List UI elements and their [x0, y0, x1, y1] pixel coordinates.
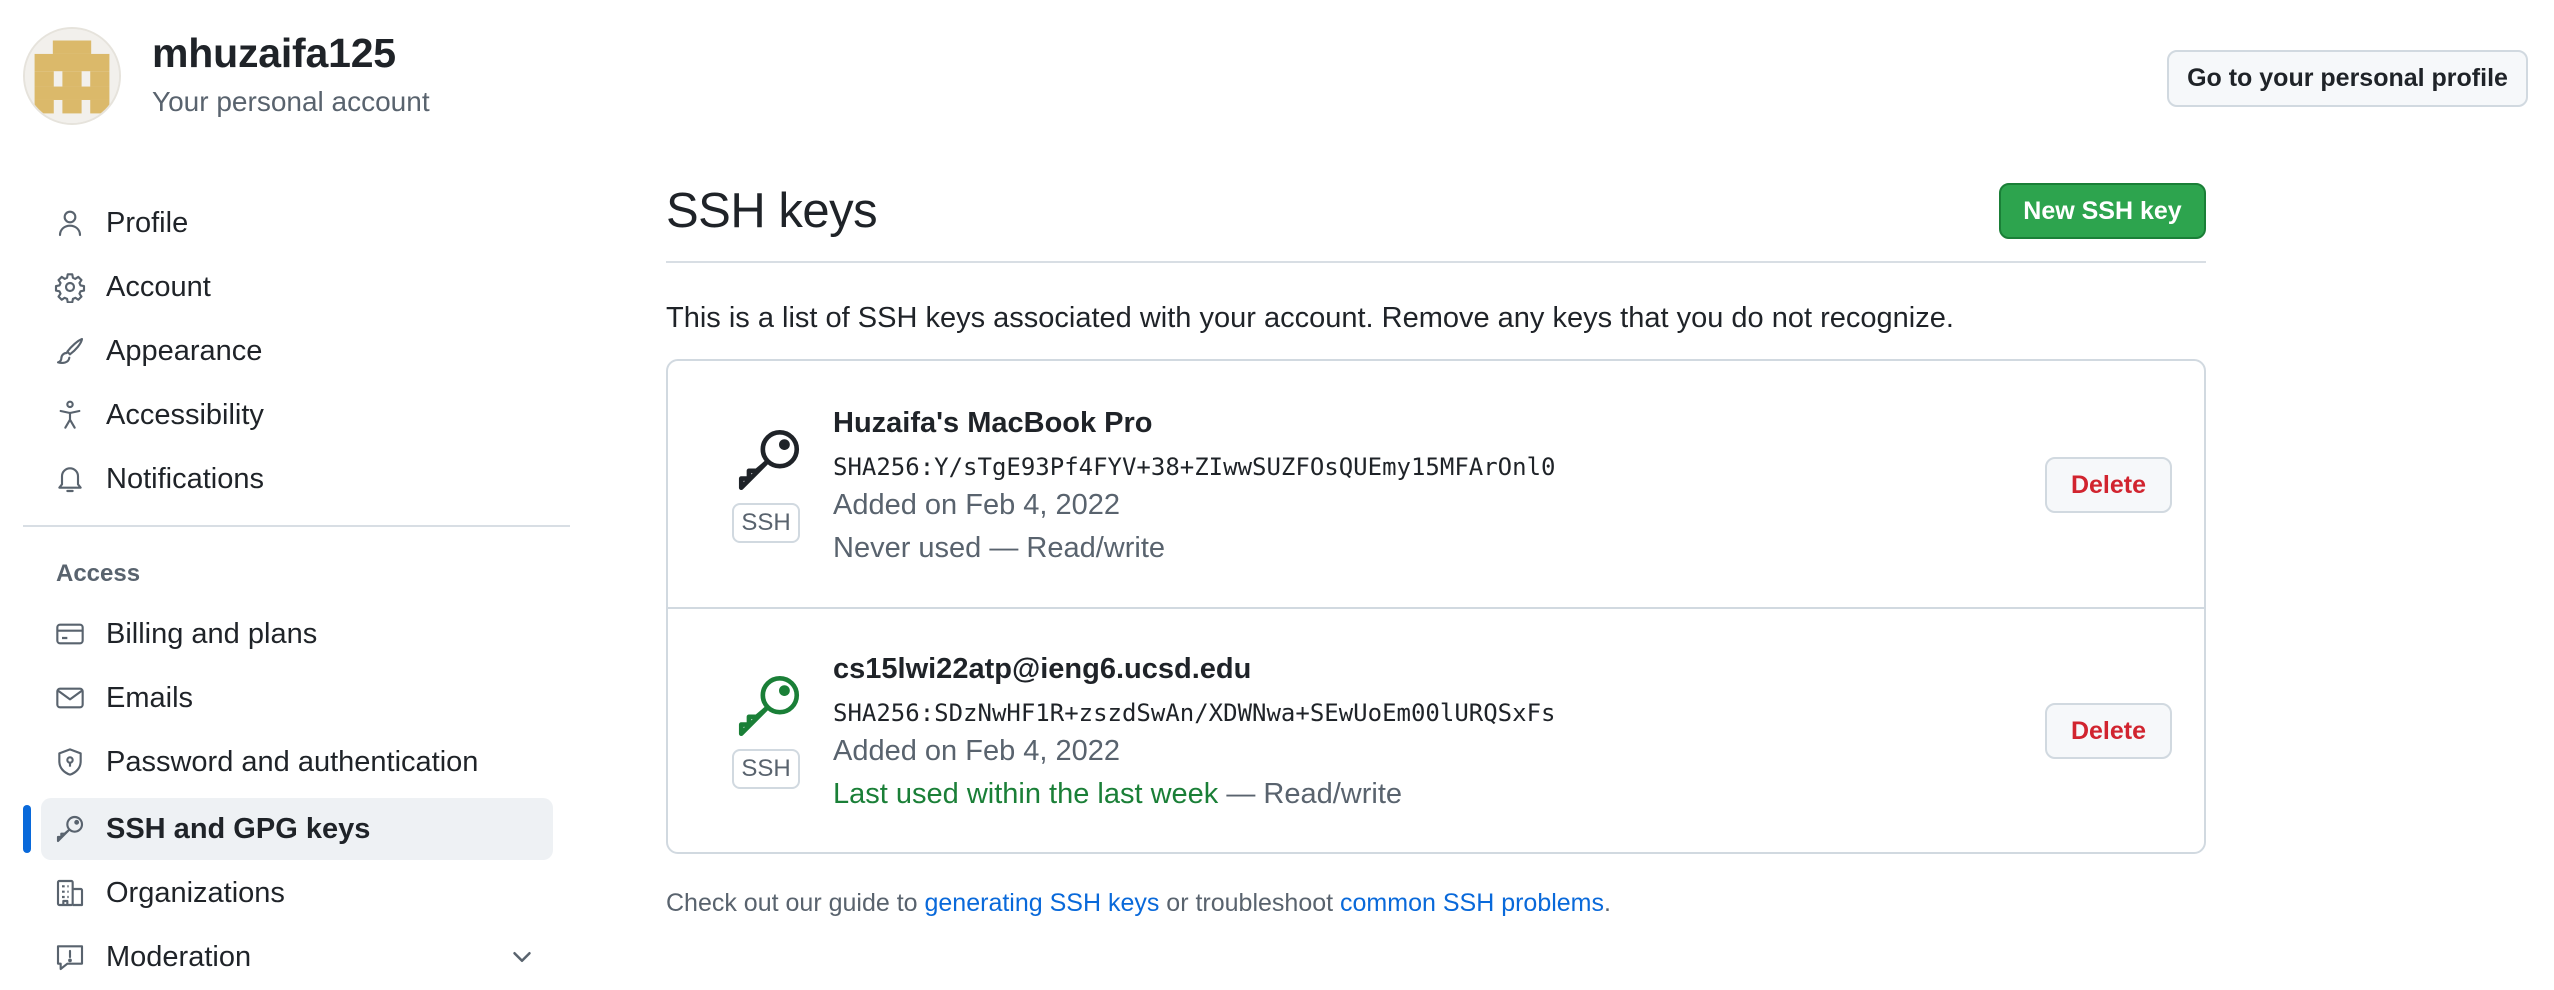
key-title: Huzaifa's MacBook Pro — [833, 407, 1153, 439]
go-to-profile-button[interactable]: Go to your personal profile — [2167, 50, 2528, 107]
shield-lock-icon — [52, 744, 88, 780]
sidebar-item-label: Accessibility — [106, 398, 264, 431]
sidebar-item-label: Account — [106, 270, 211, 303]
sidebar-item-billing[interactable]: Billing and plans — [41, 603, 553, 665]
sidebar-item-emails[interactable]: Emails — [41, 667, 553, 729]
accessibility-icon — [52, 397, 88, 433]
common-ssh-problems-link[interactable]: common SSH problems — [1340, 889, 1604, 917]
key-type-badge: SSH — [732, 749, 800, 789]
active-indicator — [23, 805, 31, 853]
list-item: SSH Huzaifa's MacBook Pro SHA256:Y/sTgE9… — [668, 361, 2204, 607]
key-icon — [732, 669, 806, 743]
person-icon — [52, 205, 88, 241]
key-added-date: Added on Feb 4, 2022 — [833, 735, 1121, 767]
new-ssh-key-button[interactable]: New SSH key — [1999, 183, 2206, 239]
sidebar-item-label: Moderation — [106, 940, 252, 973]
account-type: Your personal account — [152, 86, 430, 117]
sidebar-item-password-authentication[interactable]: Password and authentication — [41, 731, 553, 793]
sidebar-divider — [23, 525, 570, 527]
help-note-middle: or troubleshoot — [1159, 889, 1341, 917]
identicon-avatar — [25, 29, 119, 123]
sidebar-item-notifications[interactable]: Notifications — [41, 448, 553, 510]
sidebar-item-appearance[interactable]: Appearance — [41, 320, 553, 382]
sidebar-item-organizations[interactable]: Organizations — [41, 862, 553, 924]
help-note-suffix: . — [1604, 889, 1611, 917]
title-divider — [666, 261, 2206, 263]
delete-key-button[interactable]: Delete — [2045, 703, 2172, 759]
generating-ssh-keys-link[interactable]: generating SSH keys — [925, 889, 1160, 917]
credit-card-icon — [52, 616, 88, 652]
bell-icon — [52, 461, 88, 497]
key-fingerprint: SHA256:SDzNwHF1R+zszdSwAn/XDWNwa+SEwUoEm… — [833, 699, 1556, 727]
sidebar-item-label: Billing and plans — [106, 617, 318, 650]
chevron-down-icon[interactable] — [507, 942, 537, 972]
sidebar-item-label: Password and authentication — [106, 745, 479, 778]
sidebar-item-profile[interactable]: Profile — [41, 192, 553, 254]
ssh-key-list: SSH Huzaifa's MacBook Pro SHA256:Y/sTgE9… — [666, 359, 2206, 854]
page-description: This is a list of SSH keys associated wi… — [666, 302, 1954, 334]
sidebar-item-label: Appearance — [106, 334, 263, 367]
key-title: cs15lwi22atp@ieng6.ucsd.edu — [833, 653, 1252, 685]
help-note: Check out our guide to generating SSH ke… — [666, 889, 1611, 918]
key-usage: Never used — Read/write — [833, 532, 1166, 564]
sidebar-item-account[interactable]: Account — [41, 256, 553, 318]
sidebar-item-label: Organizations — [106, 876, 285, 909]
sidebar-item-label: Emails — [106, 681, 194, 714]
organization-icon — [52, 875, 88, 911]
sidebar-group-title: Access — [56, 560, 141, 587]
help-note-prefix: Check out our guide to — [666, 889, 925, 917]
gear-icon — [52, 269, 88, 305]
sidebar-item-accessibility[interactable]: Accessibility — [41, 384, 553, 446]
avatar[interactable] — [23, 27, 121, 125]
key-added-date: Added on Feb 4, 2022 — [833, 489, 1121, 521]
key-last-used: Last used within the last week — [833, 778, 1219, 810]
key-access-level: — Read/write — [1218, 778, 1403, 810]
sidebar-item-moderation[interactable]: Moderation — [41, 926, 553, 988]
settings-page: mhuzaifa125 Your personal account Go to … — [0, 0, 2554, 990]
sidebar-item-label: SSH and GPG keys — [106, 812, 371, 845]
sidebar-item-label: Profile — [106, 206, 189, 239]
key-type-badge: SSH — [732, 503, 800, 543]
sidebar-item-label: Notifications — [106, 462, 264, 495]
username[interactable]: mhuzaifa125 — [152, 30, 396, 77]
key-icon — [52, 811, 88, 847]
key-usage: Last used within the last week — Read/wr… — [833, 778, 1402, 811]
delete-key-button[interactable]: Delete — [2045, 457, 2172, 513]
key-fingerprint: SHA256:Y/sTgE93Pf4FYV+38+ZIwwSUZFOsQUEmy… — [833, 453, 1556, 481]
list-item: SSH cs15lwi22atp@ieng6.ucsd.edu SHA256:S… — [668, 609, 2204, 855]
page-title: SSH keys — [666, 184, 878, 238]
mail-icon — [52, 680, 88, 716]
key-icon — [732, 423, 806, 497]
sidebar-item-ssh-gpg-keys[interactable]: SSH and GPG keys — [41, 798, 553, 860]
report-icon — [52, 939, 88, 975]
paintbrush-icon — [52, 333, 88, 369]
